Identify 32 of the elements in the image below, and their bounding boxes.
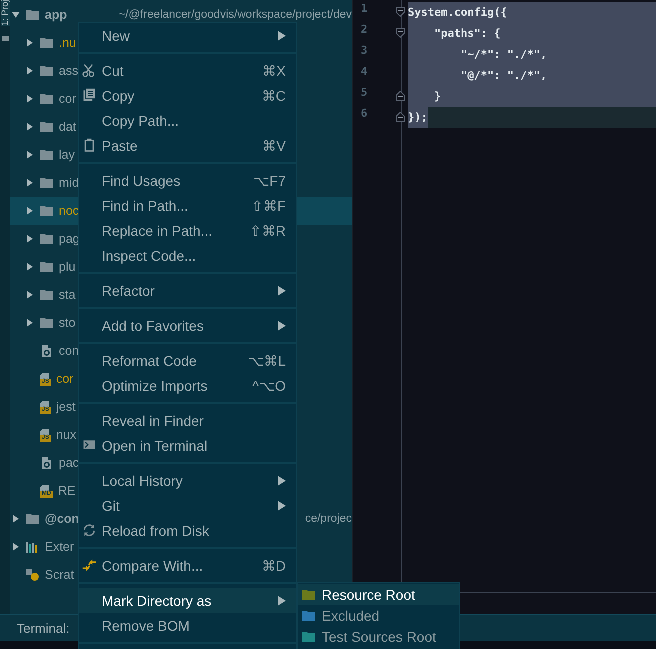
item-path: ~/@freelancer/goodvis/workspace/project/dev bbox=[118, 9, 352, 21]
item-name: Exter bbox=[45, 540, 74, 554]
code-line: System.config({ bbox=[408, 5, 508, 21]
line-number: 2 bbox=[361, 23, 368, 36]
item-name: Scrat bbox=[45, 568, 74, 582]
item-name: RE bbox=[58, 484, 76, 498]
line-number: 5 bbox=[361, 86, 368, 99]
code-line: "paths": { bbox=[433, 26, 501, 42]
item-name: noc bbox=[59, 204, 80, 218]
item-name: ass bbox=[59, 64, 78, 78]
item-name: lay bbox=[59, 148, 75, 162]
line-number: 1 bbox=[361, 2, 368, 15]
item-name: plu bbox=[59, 260, 76, 274]
item-name: cor bbox=[56, 372, 74, 386]
item-name: sto bbox=[59, 316, 76, 330]
item-name: nux bbox=[56, 428, 76, 442]
line-number: 4 bbox=[361, 65, 368, 78]
item-name: app bbox=[45, 8, 68, 22]
line-number: 3 bbox=[361, 44, 368, 57]
code-line: "~/*": "./*", bbox=[460, 47, 548, 63]
item-name: pac bbox=[59, 456, 80, 470]
item-name: cor bbox=[59, 92, 76, 106]
code-line: } bbox=[433, 89, 442, 105]
item-name: sta bbox=[59, 288, 76, 302]
item-name: @con bbox=[45, 512, 80, 526]
item-name: .nu bbox=[59, 36, 76, 50]
line-number: 6 bbox=[361, 107, 368, 120]
item-name: dat bbox=[59, 120, 76, 134]
item-name: jest bbox=[56, 400, 76, 414]
item-path: ce/projec bbox=[304, 513, 352, 525]
code-line: "@/*": "./*", bbox=[460, 68, 548, 84]
terminal-label: Terminal: bbox=[17, 620, 70, 636]
